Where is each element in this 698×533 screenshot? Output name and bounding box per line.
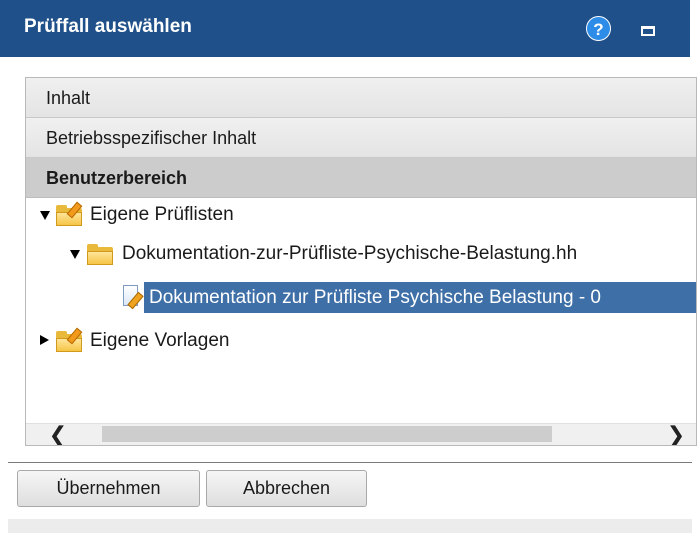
tree-node-label: Dokumentation-zur-Prüfliste-Psychische-B… (122, 243, 578, 264)
section-benutzerbereich[interactable]: Benutzerbereich (26, 158, 696, 198)
dialog: Prüffall auswählen ? Inhalt Betriebsspez… (0, 0, 698, 533)
dialog-title: Prüffall auswählen (24, 16, 192, 37)
tree-view: Eigene Prüflisten Dokumentation-zur-Prüf… (26, 199, 696, 414)
tree-node-dokumentation-selected[interactable]: Dokumentation zur Prüfliste Psychische B… (144, 282, 696, 313)
help-icon[interactable]: ? (586, 16, 611, 41)
tree-node-label: Eigene Prüflisten (90, 204, 234, 225)
collapse-arrow-icon[interactable] (40, 335, 49, 345)
content-panel: Inhalt Betriebsspezifischer Inhalt Benut… (25, 77, 697, 446)
folder-edit-icon (55, 201, 85, 228)
folder-icon (86, 243, 116, 267)
horizontal-scrollbar[interactable]: ❮ ❯ (26, 423, 696, 445)
cancel-button[interactable]: Abbrechen (206, 470, 367, 507)
tree-node-label: Eigene Vorlagen (90, 330, 230, 351)
bottom-strip (8, 519, 692, 533)
maximize-icon[interactable] (641, 26, 655, 36)
expand-arrow-icon[interactable] (40, 211, 50, 220)
scrollbar-thumb[interactable] (102, 426, 552, 442)
section-inhalt[interactable]: Inhalt (26, 78, 696, 118)
apply-button[interactable]: Übernehmen (17, 470, 200, 507)
expand-arrow-icon[interactable] (70, 250, 80, 259)
document-edit-icon (121, 284, 144, 310)
section-betriebsspezifischer-inhalt[interactable]: Betriebsspezifischer Inhalt (26, 118, 696, 158)
folder-edit-icon (55, 327, 85, 354)
divider (8, 462, 692, 463)
title-bar: Prüffall auswählen ? (0, 0, 690, 57)
scroll-right-icon[interactable]: ❯ (656, 424, 696, 446)
scroll-left-icon[interactable]: ❮ (38, 424, 78, 446)
